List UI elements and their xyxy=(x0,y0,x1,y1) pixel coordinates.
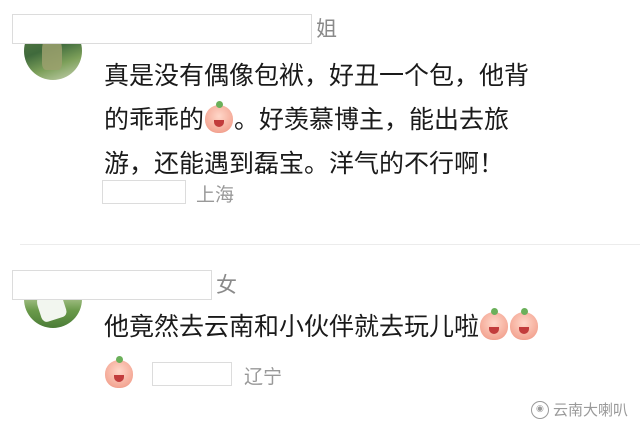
redacted-username xyxy=(12,270,212,300)
comment-line-fragment: 。好羡慕博主，能出去旅 xyxy=(234,105,510,134)
comment-line-fragment: 的乖乖的 xyxy=(104,105,205,134)
watermark-text: 云南大喇叭 xyxy=(552,401,628,419)
watermark: ◉ 云南大喇叭 xyxy=(530,399,628,420)
shy-peach-emoji-icon xyxy=(105,356,133,388)
comment-line-fragment: 他竟然去云南和小伙伴就去玩儿啦 xyxy=(104,312,480,341)
comment-divider xyxy=(20,244,640,245)
comment-item: 姐 真是没有偶像包袱，好丑一个包，他背 的乖乖的 。好羡慕博主，能出去旅 游，还能… xyxy=(0,0,640,236)
comment-line: 的乖乖的 。好羡慕博主，能出去旅 xyxy=(104,98,624,142)
redacted-timestamp xyxy=(102,180,186,204)
crying-peach-emoji-icon xyxy=(205,101,234,133)
location-label: 辽宁 xyxy=(244,366,283,388)
redacted-username xyxy=(12,14,312,44)
comment-line: 他竟然去云南和小伙伴就去玩儿啦 xyxy=(104,305,624,349)
location-label: 上海 xyxy=(196,184,235,206)
comment-line: 真是没有偶像包袱，好丑一个包，他背 xyxy=(104,61,530,90)
shy-peach-emoji-icon xyxy=(480,308,509,340)
redacted-timestamp xyxy=(152,362,232,386)
username-suffix[interactable]: 女 xyxy=(216,270,237,300)
username-suffix[interactable]: 姐 xyxy=(316,14,337,44)
comment-text: 真是没有偶像包袱，好丑一个包，他背 的乖乖的 。好羡慕博主，能出去旅 游，还能遇到… xyxy=(104,54,624,186)
comment-text: 他竟然去云南和小伙伴就去玩儿啦 xyxy=(104,305,624,349)
shy-peach-emoji-icon xyxy=(510,308,539,340)
emoji-row xyxy=(104,356,134,388)
weibo-icon: ◉ xyxy=(530,400,549,419)
